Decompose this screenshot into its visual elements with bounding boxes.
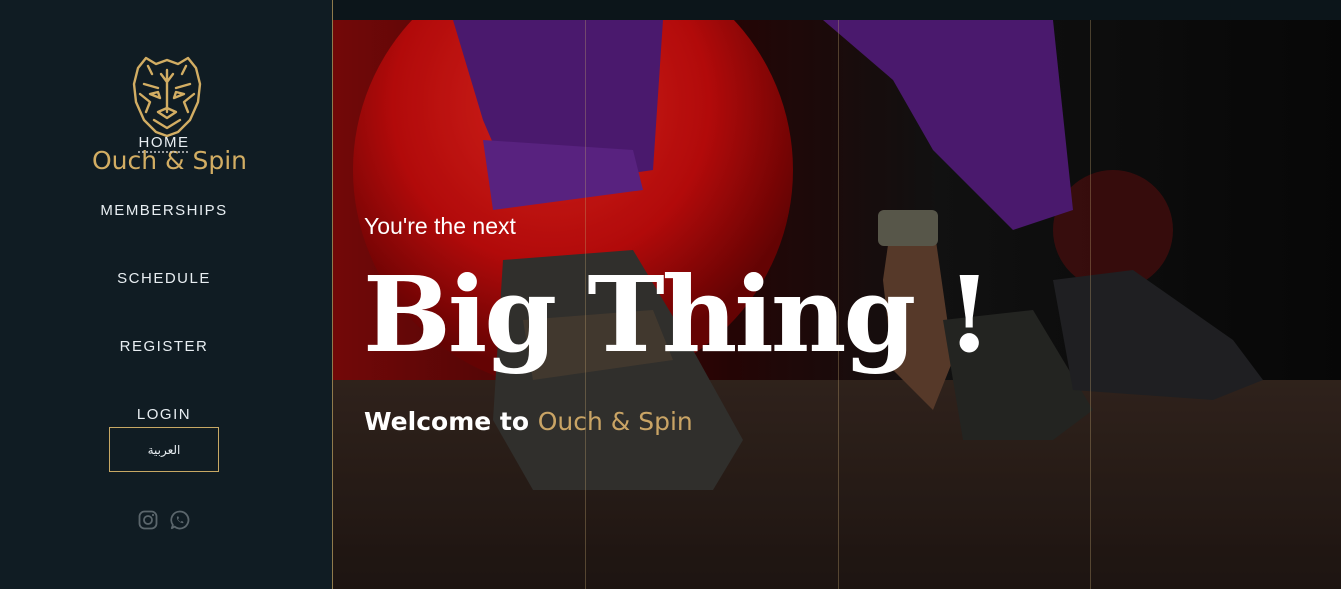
welcome-brand: Ouch & Spin [537, 407, 693, 436]
nav-schedule[interactable]: SCHEDULE [0, 270, 328, 287]
nav-login[interactable]: LOGIN [0, 406, 328, 423]
arabic-language-button[interactable]: العربية [109, 427, 219, 472]
grid-divider [1090, 20, 1091, 589]
sidebar: Ouch & Spin HOME MEMBERSHIPS SCHEDULE RE… [0, 0, 333, 589]
whatsapp-icon[interactable] [170, 510, 190, 530]
instagram-icon[interactable] [138, 510, 158, 530]
welcome-prefix: Welcome to [364, 407, 538, 436]
top-bar [333, 0, 1341, 20]
nav-home[interactable]: HOME [0, 134, 328, 151]
tiger-logo-icon [132, 56, 202, 138]
hero-headline: Big Thing ! [363, 253, 992, 376]
hero-welcome: Welcome to Ouch & Spin [364, 407, 693, 436]
nav-memberships[interactable]: MEMBERSHIPS [0, 202, 328, 219]
hero-subtitle: You're the next [364, 213, 516, 239]
logo[interactable]: Ouch & Spin [92, 54, 247, 184]
nav-register[interactable]: REGISTER [0, 338, 328, 355]
hero-section: You're the next Big Thing ! Welcome to O… [333, 20, 1341, 589]
